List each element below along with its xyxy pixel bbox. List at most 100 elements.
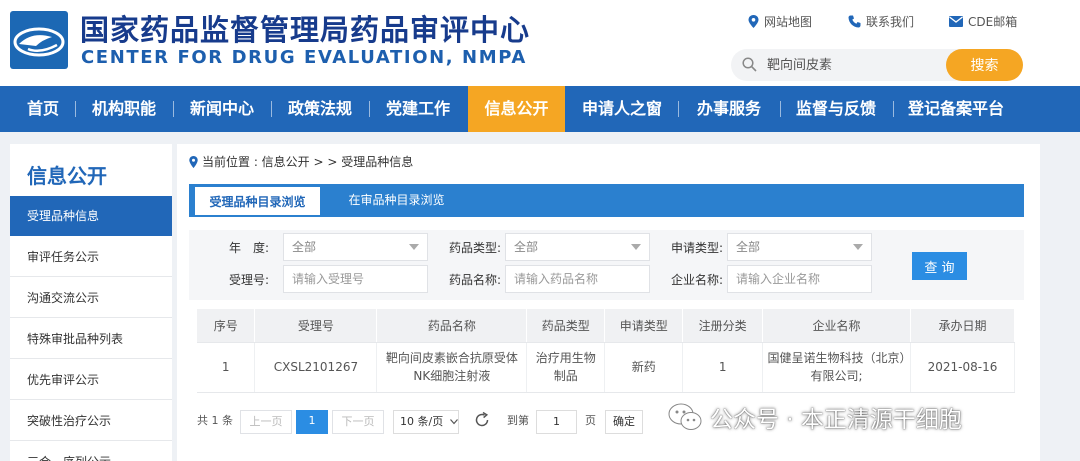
watermark-text: 公众号 · 本正清源干细胞	[710, 407, 962, 433]
drug-type-select-value: 全部	[514, 240, 539, 254]
sidebar-item-communication[interactable]: 沟通交流公示	[10, 278, 172, 318]
nav-item-functions[interactable]: 机构职能	[82, 86, 166, 132]
phone-icon	[848, 15, 861, 28]
nav-item-supervision[interactable]: 监督与反馈	[787, 86, 885, 132]
breadcrumb: 当前位置 : 信息公开 > > 受理品种信息	[189, 153, 413, 170]
location-pin-icon	[748, 15, 759, 28]
next-page-button[interactable]: 下一页	[332, 410, 384, 434]
results-table: 序号 受理号 药品名称 药品类型 申请类型 注册分类 企业名称 承办日期 1 C…	[197, 309, 1015, 393]
wechat-icon	[668, 403, 702, 430]
tab-accepted-catalog[interactable]: 受理品种目录浏览	[195, 187, 320, 217]
refresh-icon[interactable]	[473, 411, 491, 435]
site-header: 国家药品监督管理局药品审评中心 CENTER FOR DRUG EVALUATI…	[0, 0, 1080, 86]
nav-item-services[interactable]: 办事服务	[685, 86, 773, 132]
mail-icon	[949, 16, 963, 27]
site-logo[interactable]	[10, 11, 68, 69]
nav-item-party[interactable]: 党建工作	[376, 86, 460, 132]
apply-type-select[interactable]: 全部	[727, 233, 872, 261]
chevron-down-icon	[631, 244, 641, 250]
breadcrumb-text: 当前位置 : 信息公开 > > 受理品种信息	[202, 155, 414, 169]
cell-reg-class: 1	[682, 342, 764, 393]
column-header-index: 序号	[197, 309, 256, 343]
sidebar-item-review-tasks[interactable]: 审评任务公示	[10, 237, 172, 277]
sitemap-link-label: 网站地图	[764, 15, 813, 29]
cell-index: 1	[197, 342, 256, 393]
tab-in-review-catalog[interactable]: 在审品种目录浏览	[334, 184, 459, 217]
site-title-cn: 国家药品监督管理局药品审评中心	[80, 13, 531, 47]
total-count: 共 1 条	[197, 414, 233, 427]
nav-item-registration[interactable]: 登记备案平台	[900, 86, 1012, 132]
goto-confirm-button[interactable]: 确定	[605, 410, 643, 434]
sidebar-item-breakthrough[interactable]: 突破性治疗公示	[10, 401, 172, 441]
prev-page-button[interactable]: 上一页	[240, 410, 292, 434]
cell-accept-no[interactable]: CXSL2101267	[254, 342, 378, 393]
column-header-apply-type: 申请类型	[604, 309, 684, 343]
column-header-accept-no: 受理号	[254, 309, 378, 343]
cell-company: 国健呈诺生物科技（北京）有限公司;	[762, 342, 911, 393]
cell-drug-name[interactable]: 靶向间皮素嵌合抗原受体NK细胞注射液	[376, 342, 528, 393]
table-row[interactable]: 1 CXSL2101267 靶向间皮素嵌合抗原受体NK细胞注射液 治疗用生物制品…	[197, 342, 1015, 393]
drug-name-input[interactable]	[505, 265, 650, 293]
nav-item-news[interactable]: 新闻中心	[180, 86, 264, 132]
nav-divider	[173, 101, 174, 117]
search-icon	[742, 57, 757, 72]
sitemap-link[interactable]: 网站地图	[748, 13, 812, 30]
search-button[interactable]: 搜索	[946, 49, 1023, 81]
apply-type-label: 申请类型:	[670, 241, 723, 255]
site-search: 搜索	[731, 49, 1023, 81]
sidebar: 信息公开 受理品种信息 审评任务公示 沟通交流公示 特殊审批品种列表 优先审评公…	[10, 144, 172, 461]
top-links: 网站地图 联系我们 CDE邮箱	[740, 13, 1080, 33]
table-header-row: 序号 受理号 药品名称 药品类型 申请类型 注册分类 企业名称 承办日期	[197, 309, 1015, 343]
chevron-down-icon	[409, 244, 419, 250]
sidebar-item-special-approval[interactable]: 特殊审批品种列表	[10, 319, 172, 359]
nav-divider	[369, 101, 370, 117]
page-number-current[interactable]: 1	[296, 410, 328, 434]
sidebar-item-accepted[interactable]: 受理品种信息	[10, 196, 172, 236]
page-size-select[interactable]: 10 条/页	[393, 410, 459, 434]
company-input[interactable]	[727, 265, 872, 293]
column-header-date: 承办日期	[910, 309, 1015, 343]
apply-type-select-value: 全部	[736, 240, 761, 254]
search-input[interactable]	[731, 49, 971, 81]
nav-divider	[893, 101, 894, 117]
filter-panel: 年 度: 全部 药品类型: 全部 申请类型: 全部 受理号: 药品名称: 企业名…	[189, 230, 1024, 300]
contact-link[interactable]: 联系我们	[848, 13, 914, 30]
page-size-value: 10 条/页	[400, 415, 444, 428]
drug-name-label: 药品名称:	[448, 273, 501, 287]
query-button[interactable]: 查 询	[912, 252, 967, 280]
drug-type-label: 药品类型:	[448, 241, 501, 255]
catalog-tabs: 受理品种目录浏览 在审品种目录浏览	[189, 184, 1024, 217]
company-label: 企业名称:	[670, 273, 723, 287]
nav-divider	[271, 101, 272, 117]
chevron-down-icon	[853, 244, 863, 250]
year-select-value: 全部	[292, 240, 317, 254]
sidebar-item-three-in-one[interactable]: 三合一序列公示	[10, 442, 172, 461]
cde-mail-link[interactable]: CDE邮箱	[949, 13, 1017, 30]
nav-divider	[75, 101, 76, 117]
site-title-en: CENTER FOR DRUG EVALUATION, NMPA	[81, 47, 527, 68]
nav-item-applicant[interactable]: 申请人之窗	[572, 86, 672, 132]
nav-item-home[interactable]: 首页	[14, 86, 72, 132]
goto-label: 到第	[507, 414, 529, 427]
cell-apply-type: 新药	[604, 342, 684, 393]
nav-divider	[780, 101, 781, 117]
accept-no-input[interactable]	[283, 265, 428, 293]
nav-divider	[678, 101, 679, 117]
pagination: 共 1 条 上一页 1 下一页 10 条/页 到第 1 页 确定	[197, 410, 697, 434]
sidebar-item-priority-review[interactable]: 优先审评公示	[10, 360, 172, 400]
year-label: 年 度:	[228, 241, 269, 255]
cell-date: 2021-08-16	[910, 342, 1015, 393]
year-select[interactable]: 全部	[283, 233, 428, 261]
accept-no-label: 受理号:	[228, 273, 269, 287]
column-header-drug-type: 药品类型	[526, 309, 606, 343]
cde-mail-link-label: CDE邮箱	[968, 15, 1018, 29]
contact-link-label: 联系我们	[866, 15, 915, 29]
goto-page-input[interactable]: 1	[536, 410, 577, 434]
drug-type-select[interactable]: 全部	[505, 233, 650, 261]
cell-drug-type: 治疗用生物制品	[526, 342, 606, 393]
nav-item-policy[interactable]: 政策法规	[278, 86, 362, 132]
column-header-reg-class: 注册分类	[682, 309, 764, 343]
location-pin-icon	[189, 155, 198, 168]
nav-item-info-public[interactable]: 信息公开	[468, 86, 565, 132]
sidebar-title: 信息公开	[27, 164, 107, 188]
